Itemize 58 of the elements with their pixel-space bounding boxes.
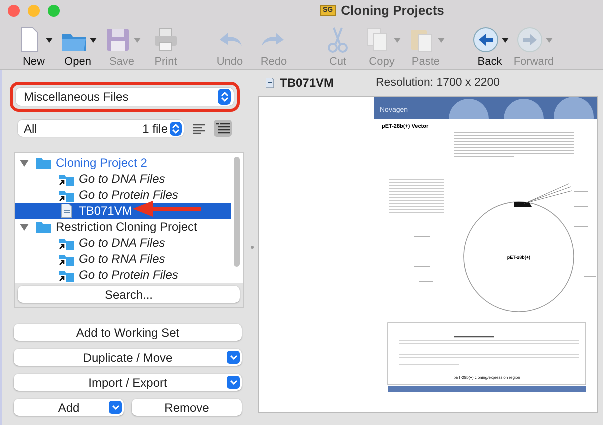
tree-shortcut-row[interactable]: Go to DNA Files (15, 235, 231, 251)
tree-folder-row[interactable]: Cloning Project 2 (15, 155, 231, 171)
folder-icon (36, 221, 51, 233)
document-icon (59, 204, 74, 218)
folder-icon (36, 157, 51, 169)
close-button[interactable] (8, 5, 20, 17)
window-title: Cloning Projects (341, 3, 444, 18)
tree-folder-row[interactable]: Restriction Cloning Project (15, 219, 231, 235)
caret-icon[interactable] (46, 38, 52, 42)
toolbar-label: Undo (216, 56, 244, 68)
table-lines (388, 180, 444, 214)
file-name: TB071VM (280, 76, 336, 90)
stepper-icon (170, 122, 182, 136)
action-button[interactable]: Remove (132, 399, 242, 416)
scroll-thumb[interactable] (234, 157, 240, 267)
menu-button[interactable]: Add (14, 399, 124, 416)
chevron-icon (109, 401, 122, 414)
tree-shortcut-row[interactable]: Go to DNA Files (15, 171, 231, 187)
toolbar-label: Cut (329, 56, 347, 68)
filter-select[interactable]: All 1 file (18, 120, 184, 137)
tree-file-row[interactable]: TB071VM (15, 203, 231, 219)
folder-shortcut-icon (59, 236, 74, 250)
arrow-annotation (133, 201, 203, 217)
search-button[interactable]: Search... (18, 286, 240, 303)
toolbar-label: Open (64, 56, 92, 68)
action-button[interactable]: Add to Working Set (14, 324, 242, 341)
disclosure-icon[interactable] (20, 222, 29, 232)
stepper-icon (218, 89, 231, 105)
tree-shortcut-row[interactable]: Go to Protein Files (15, 187, 231, 203)
caret-icon[interactable] (502, 38, 508, 42)
minimize-button[interactable] (28, 5, 40, 17)
zoom-button[interactable] (48, 5, 60, 17)
resolution-label: Resolution: 1700 x 2200 (376, 77, 500, 89)
toolbar-label: Paste (412, 56, 440, 68)
menu-button[interactable]: Import / Export (14, 374, 242, 391)
folder-shortcut-icon (59, 172, 74, 186)
toolbar-label: Copy (369, 56, 395, 68)
toolbar-label: New (22, 56, 45, 68)
folder-shortcut-icon (59, 188, 74, 202)
chevron-icon (227, 376, 240, 389)
toolbar-label: Redo (260, 56, 288, 68)
toolbar-label: Forward (514, 56, 554, 68)
caret-icon[interactable] (90, 38, 96, 42)
split-handle[interactable] (250, 246, 254, 249)
chevron-icon (227, 351, 240, 364)
toolbar-label: Save (109, 56, 135, 68)
collection-select[interactable]: Miscellaneous Files (16, 88, 234, 106)
toolbar-label: Print (154, 56, 178, 68)
toolbar-label: Back (478, 56, 502, 68)
document-icon (266, 78, 274, 88)
tree-shortcut-row[interactable]: Go to Protein Files (15, 267, 231, 283)
disclosure-icon[interactable] (20, 158, 29, 168)
folder-shortcut-icon (59, 252, 74, 266)
printer-icon (152, 26, 180, 54)
toolbar-back-button[interactable] (472, 26, 500, 54)
tree-shortcut-row[interactable]: Go to RNA Files (15, 251, 231, 267)
tree-view-button[interactable] (214, 120, 232, 137)
menu-button[interactable]: Duplicate / Move (14, 349, 242, 366)
